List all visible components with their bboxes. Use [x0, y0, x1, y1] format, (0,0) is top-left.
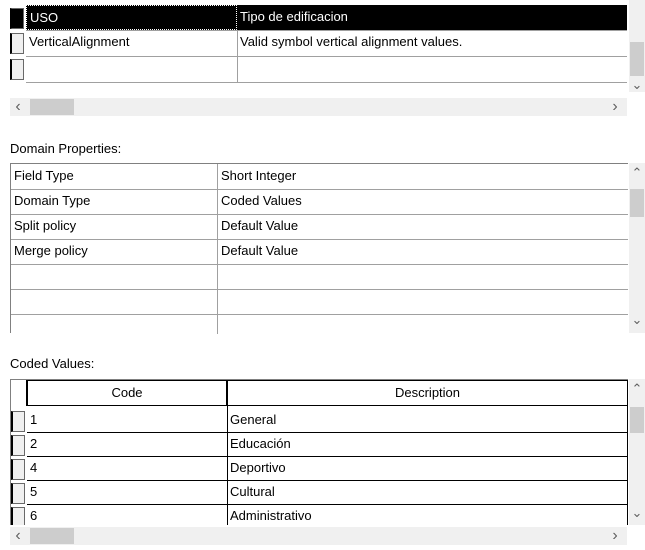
- property-value-cell[interactable]: Default Value: [218, 214, 628, 239]
- row-selector[interactable]: [11, 411, 25, 432]
- description-cell[interactable]: Cultural: [227, 480, 628, 505]
- chevron-down-icon[interactable]: ⌄: [629, 313, 645, 327]
- chevron-left-icon[interactable]: ‹: [10, 99, 26, 115]
- domain-name-cell[interactable]: VerticalAlignment: [26, 30, 237, 55]
- domain-description-cell[interactable]: Valid symbol vertical alignment values.: [237, 30, 627, 55]
- scrollbar-thumb[interactable]: [630, 42, 644, 76]
- chevron-up-icon[interactable]: ⌃: [629, 166, 645, 180]
- chevron-right-icon[interactable]: ›: [607, 528, 623, 544]
- coded-values-vertical-scrollbar[interactable]: ⌃ ⌄: [629, 379, 645, 525]
- column-header-code[interactable]: Code: [27, 380, 227, 406]
- property-name-cell[interactable]: [11, 314, 217, 339]
- row-selector[interactable]: [11, 459, 25, 480]
- property-value-cell[interactable]: [218, 314, 628, 339]
- chevron-down-icon[interactable]: ⌄: [629, 78, 645, 92]
- header-corner: [11, 380, 27, 406]
- grid-line: [26, 56, 627, 57]
- coded-values-table: Code Description 1 General 2 Educación 4…: [10, 379, 628, 525]
- chevron-right-icon[interactable]: ›: [607, 99, 623, 115]
- description-cell[interactable]: Administrativo: [227, 504, 628, 525]
- grid-line: [27, 432, 628, 433]
- property-value-cell[interactable]: [218, 264, 628, 289]
- property-value-cell[interactable]: Default Value: [218, 239, 628, 264]
- coded-values-label: Coded Values:: [10, 356, 95, 371]
- domain-properties-table: Field Type Short Integer Domain Type Cod…: [10, 163, 628, 334]
- row-selector[interactable]: [11, 507, 25, 525]
- code-cell[interactable]: 2: [27, 432, 227, 457]
- code-cell[interactable]: 1: [27, 408, 227, 433]
- property-name-cell[interactable]: Domain Type: [11, 189, 217, 214]
- property-value-cell[interactable]: Short Integer: [218, 164, 628, 189]
- domain-name-cell[interactable]: USO: [26, 5, 237, 30]
- grid-line: [237, 30, 238, 82]
- grid-line: [627, 406, 628, 525]
- grid-line: [11, 239, 628, 240]
- property-name-cell[interactable]: Merge policy: [11, 239, 217, 264]
- domain-name-cell[interactable]: [26, 56, 237, 81]
- description-cell[interactable]: Deportivo: [227, 456, 628, 481]
- scrollbar-thumb[interactable]: [630, 407, 644, 433]
- row-selector[interactable]: [11, 435, 25, 456]
- grid-line: [11, 289, 628, 290]
- scrollbar-thumb[interactable]: [630, 189, 644, 217]
- scrollbar-thumb[interactable]: [30, 99, 74, 115]
- domains-horizontal-scrollbar[interactable]: ‹ ›: [10, 98, 627, 116]
- grid-line: [27, 480, 628, 481]
- property-name-cell[interactable]: [11, 264, 217, 289]
- domain-description-cell[interactable]: [237, 56, 627, 81]
- code-cell[interactable]: 4: [27, 456, 227, 481]
- row-selector[interactable]: [11, 483, 25, 504]
- property-value-cell[interactable]: Coded Values: [218, 189, 628, 214]
- properties-vertical-scrollbar[interactable]: ⌃ ⌄: [629, 163, 645, 333]
- property-name-cell[interactable]: Split policy: [11, 214, 217, 239]
- description-cell[interactable]: General: [227, 408, 628, 433]
- domains-vertical-scrollbar[interactable]: ⌄: [629, 0, 645, 92]
- property-value-cell[interactable]: [218, 289, 628, 314]
- grid-line: [27, 456, 628, 457]
- scrollbar-thumb[interactable]: [30, 528, 74, 544]
- grid-line: [27, 504, 628, 505]
- description-cell[interactable]: Educación: [227, 432, 628, 457]
- chevron-down-icon[interactable]: ⌄: [629, 506, 645, 520]
- row-selector[interactable]: [10, 59, 24, 80]
- grid-line: [11, 264, 628, 265]
- domains-table: USO Tipo de edificacion VerticalAlignmen…: [10, 0, 627, 86]
- column-header-description[interactable]: Description: [227, 380, 628, 406]
- grid-line: [217, 164, 218, 334]
- domain-properties-label: Domain Properties:: [10, 141, 122, 156]
- coded-values-horizontal-scrollbar[interactable]: ‹ ›: [10, 527, 627, 545]
- property-name-cell[interactable]: [11, 289, 217, 314]
- code-cell[interactable]: 6: [27, 504, 227, 525]
- row-selector[interactable]: [10, 33, 24, 54]
- grid-line: [11, 314, 628, 315]
- property-name-cell[interactable]: Field Type: [11, 164, 217, 189]
- grid-line: [227, 406, 228, 525]
- grid-line: [11, 189, 628, 190]
- chevron-up-icon[interactable]: ⌃: [629, 382, 645, 396]
- grid-line: [26, 30, 627, 31]
- grid-line: [26, 82, 627, 83]
- domain-description-cell[interactable]: Tipo de edificacion: [237, 5, 627, 30]
- grid-line: [11, 214, 628, 215]
- chevron-left-icon[interactable]: ‹: [10, 528, 26, 544]
- code-cell[interactable]: 5: [27, 480, 227, 505]
- row-selector[interactable]: [10, 8, 24, 29]
